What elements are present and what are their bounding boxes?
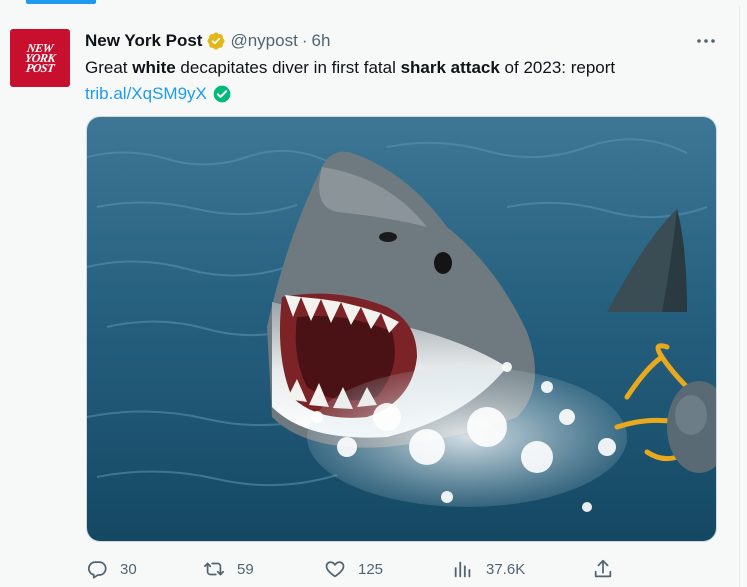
- author-handle[interactable]: @nypost: [230, 31, 297, 51]
- tweet-header: New York Post @nypost · 6h: [85, 30, 330, 52]
- reply-icon: [87, 561, 107, 579]
- share-button[interactable]: [592, 556, 614, 582]
- avatar-logo-line-3: POST: [25, 61, 55, 75]
- tweet-text-part-bold: white: [132, 58, 176, 77]
- tweet-text-part: of 2023: report: [499, 58, 616, 77]
- active-tab-indicator: [26, 0, 96, 4]
- tweet-card[interactable]: NEW YORK POST New York Post @nypost · 6h…: [0, 6, 740, 587]
- author-name[interactable]: New York Post: [85, 31, 202, 51]
- tweet-text-part: Great: [85, 58, 133, 77]
- reply-count: 30: [120, 560, 137, 578]
- retweet-button[interactable]: 59: [203, 556, 254, 582]
- shark-photo: [87, 117, 716, 541]
- views-button[interactable]: 37.6K: [452, 556, 525, 582]
- tweet-link[interactable]: trib.al/XqSM9yX: [85, 82, 207, 106]
- tweet-text: Great white decapitates diver in first f…: [85, 56, 615, 80]
- heart-icon: [325, 561, 345, 578]
- more-horizontal-icon[interactable]: [694, 32, 718, 50]
- retweet-count: 59: [237, 560, 254, 578]
- retweet-icon: [203, 562, 225, 576]
- views-count: 37.6K: [486, 560, 526, 578]
- tweet-link-line: trib.al/XqSM9yX: [85, 82, 232, 106]
- tweet-media-image[interactable]: [86, 116, 717, 542]
- tweet-text-part: decapitates diver in first fatal: [175, 58, 401, 77]
- analytics-icon: [454, 561, 471, 578]
- reply-button[interactable]: 30: [86, 556, 137, 582]
- like-button[interactable]: 125: [324, 556, 383, 582]
- header-separator: ·: [301, 31, 308, 50]
- check-circle-icon: [213, 85, 231, 103]
- tweet-text-part-bold: shark attack: [400, 58, 500, 77]
- tweet-time[interactable]: 6h: [312, 31, 331, 51]
- verified-gold-badge-icon[interactable]: [206, 31, 226, 51]
- share-icon: [594, 559, 612, 578]
- tweet-actions: 30 59 125 37.6K: [86, 556, 626, 582]
- like-count: 125: [358, 560, 384, 578]
- avatar[interactable]: NEW YORK POST: [10, 29, 70, 87]
